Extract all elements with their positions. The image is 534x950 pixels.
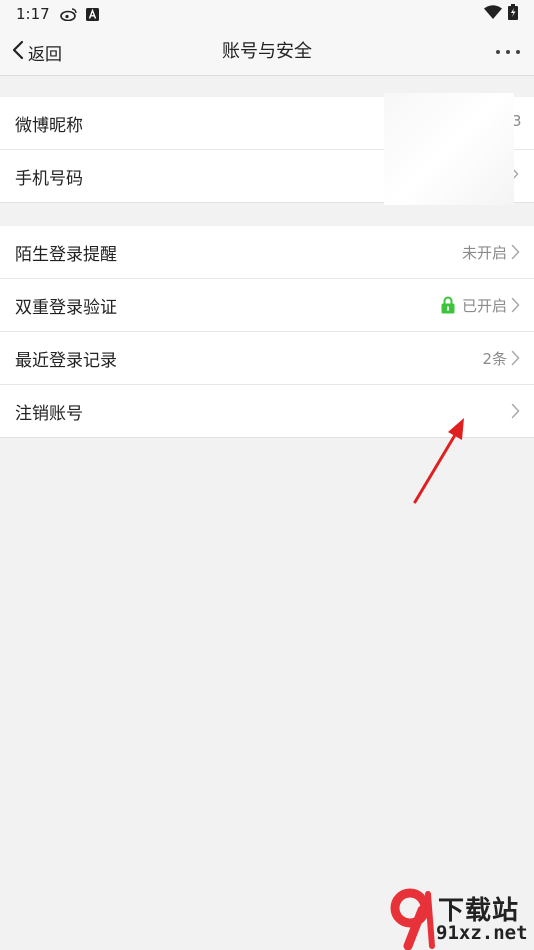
row-label: 手机号码 xyxy=(15,168,83,189)
row-value: 已开启 xyxy=(461,296,507,315)
lock-icon xyxy=(441,296,455,314)
back-button[interactable]: 返回 xyxy=(12,28,62,76)
more-dots-icon xyxy=(496,50,500,54)
watermark-url: 91xz.net xyxy=(436,922,528,944)
security-group: 陌生登录提醒 未开启 双重登录验证 已开启 最近登录记录 2条 注销账号 xyxy=(0,226,534,438)
status-time: 1:17 xyxy=(16,5,50,23)
page-title: 账号与安全 xyxy=(222,41,312,62)
row-label: 陌生登录提醒 xyxy=(15,244,117,265)
a-badge-icon xyxy=(85,7,99,21)
chevron-right-icon xyxy=(511,403,520,419)
wifi-icon xyxy=(484,5,502,23)
row-two-factor-auth[interactable]: 双重登录验证 已开启 xyxy=(0,279,534,332)
blurred-region xyxy=(384,93,514,205)
chevron-left-icon xyxy=(12,40,24,65)
row-value: 2条 xyxy=(482,349,507,368)
annotation-arrow-icon xyxy=(400,410,480,514)
chevron-right-icon xyxy=(511,350,520,366)
watermark-logo-icon xyxy=(390,888,435,950)
row-label: 微博昵称 xyxy=(15,115,83,136)
row-label: 最近登录记录 xyxy=(15,350,117,371)
more-button[interactable] xyxy=(496,28,520,76)
battery-charging-icon xyxy=(508,4,518,24)
nav-bar: 返回 账号与安全 xyxy=(0,28,534,76)
chevron-right-icon xyxy=(511,297,520,313)
watermark: 下载站 91xz.net xyxy=(388,888,534,950)
weibo-icon xyxy=(59,7,78,21)
row-stranger-login-alert[interactable]: 陌生登录提醒 未开启 xyxy=(0,226,534,279)
status-bar: 1:17 xyxy=(0,0,534,28)
row-label: 双重登录验证 xyxy=(15,297,117,318)
row-recent-logins[interactable]: 最近登录记录 2条 xyxy=(0,332,534,385)
row-value: 未开启 xyxy=(461,243,507,262)
chevron-right-icon xyxy=(511,244,520,260)
back-label: 返回 xyxy=(28,44,62,65)
row-label: 注销账号 xyxy=(15,403,83,424)
status-right xyxy=(484,4,518,24)
